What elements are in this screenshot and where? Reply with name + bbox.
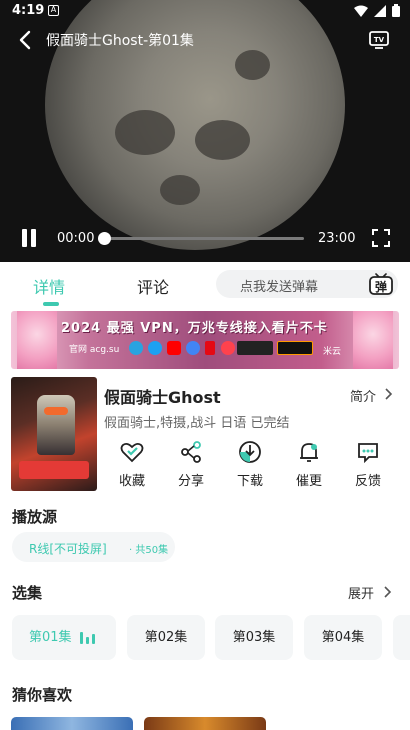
heart-check-icon — [120, 442, 144, 463]
expand-episodes-link[interactable]: 展开 — [348, 583, 374, 602]
wifi-icon — [354, 5, 368, 17]
patreon-icon — [221, 341, 235, 355]
poster-hero — [37, 395, 75, 455]
google-icon — [186, 341, 200, 355]
video-player[interactable]: 4:19 A 假面骑士Ghost-第01集 TV 00:00 23:00 — [0, 0, 410, 262]
share-icon — [181, 441, 201, 463]
netflix-icon — [205, 341, 215, 355]
download-button[interactable]: 下载 — [222, 440, 278, 495]
action-row: 收藏 分享 下载 催更 反馈 — [104, 440, 394, 495]
ad-banner[interactable]: 2024 最强 VPN，万兆专线接入看片不卡 官网 acg.su 米云 — [11, 311, 399, 369]
share-button[interactable]: 分享 — [163, 440, 219, 495]
banner-character-left — [17, 311, 57, 369]
source-chip[interactable]: R线[不可投屏] · 共50集 — [12, 532, 175, 562]
status-time: 4:19 — [12, 3, 45, 18]
source-section-title: 播放源 — [12, 508, 58, 526]
tab-comments[interactable]: 评论 — [137, 274, 169, 298]
feedback-icon — [358, 443, 378, 464]
danmaku-toggle-icon[interactable]: 弹 — [368, 271, 394, 296]
current-time: 00:00 — [57, 231, 95, 246]
pause-button[interactable] — [20, 229, 38, 247]
chevron-right-icon[interactable] — [382, 585, 392, 599]
episode-label: 第01集 — [29, 630, 72, 645]
episode-item[interactable]: 第02集 — [127, 615, 205, 660]
app-notification-icon: A — [48, 5, 59, 16]
source-name: R线[不可投屏] — [29, 542, 107, 556]
telegram-icon — [129, 341, 143, 355]
intro-link[interactable]: 简介 — [350, 386, 376, 405]
status-bar: 4:19 A — [0, 0, 410, 24]
episode-item[interactable]: 第03集 — [215, 615, 293, 660]
download-icon — [239, 441, 261, 463]
show-poster[interactable] — [11, 377, 97, 491]
recommend-section-title: 猜你喜欢 — [12, 686, 73, 704]
battery-icon — [392, 4, 400, 17]
tab-indicator — [43, 302, 59, 306]
episode-item[interactable]: 第04集 — [304, 615, 382, 660]
status-icons — [354, 4, 400, 17]
feedback-label: 反馈 — [354, 474, 381, 489]
feedback-button[interactable]: 反馈 — [340, 440, 396, 495]
remind-label: 催更 — [295, 474, 322, 489]
recommend-card[interactable] — [11, 717, 133, 730]
total-time: 23:00 — [318, 231, 356, 246]
episode-item-partial[interactable] — [393, 615, 410, 660]
svg-text:TV: TV — [374, 36, 385, 44]
banner-character-right — [353, 311, 393, 369]
chevron-right-icon[interactable] — [383, 387, 393, 401]
danmaku-placeholder: 点我发送弹幕 — [240, 280, 319, 295]
iwara-icon — [237, 341, 273, 355]
episodes-section-title: 选集 — [12, 584, 43, 602]
player-controls: 00:00 23:00 — [0, 224, 410, 254]
episode-item-current[interactable]: 第01集 — [12, 615, 116, 660]
cast-tv-icon[interactable]: TV — [368, 28, 390, 50]
bell-icon — [300, 443, 318, 462]
recommend-card[interactable] — [144, 717, 266, 730]
danmaku-input[interactable]: 点我发送弹幕 弹 — [216, 270, 398, 298]
detail-tabs: 详情 评论 点我发送弹幕 弹 — [0, 262, 410, 308]
tab-details[interactable]: 详情 — [33, 274, 65, 298]
source-episode-count: · 共50集 — [129, 545, 169, 556]
show-tags: 假面骑士,特摄,战斗 日语 已完结 — [104, 416, 290, 431]
share-label: 分享 — [177, 474, 204, 489]
video-title: 假面骑士Ghost-第01集 — [46, 33, 194, 49]
playing-indicator-icon — [80, 632, 98, 644]
twitter-icon — [148, 341, 162, 355]
favorite-button[interactable]: 收藏 — [104, 440, 160, 495]
banner-headline: 2024 最强 VPN，万兆专线接入看片不卡 — [61, 321, 328, 336]
player-top-bar: 假面骑士Ghost-第01集 TV — [0, 24, 410, 56]
danmaku-icon-text: 弹 — [375, 279, 387, 294]
download-label: 下载 — [236, 474, 263, 489]
remind-update-button[interactable]: 催更 — [281, 440, 337, 495]
poster-logo — [19, 461, 89, 479]
pause-bar-right — [31, 229, 36, 247]
banner-site: 官网 acg.su — [69, 345, 120, 355]
seek-bar[interactable] — [104, 237, 304, 240]
fullscreen-icon[interactable] — [372, 229, 390, 247]
favorite-label: 收藏 — [118, 474, 145, 489]
pause-bar-left — [22, 229, 27, 247]
banner-brand: 米云 — [323, 347, 342, 357]
show-title: 假面骑士Ghost — [104, 388, 221, 407]
back-arrow-icon[interactable] — [14, 28, 38, 52]
signal-icon — [374, 4, 386, 17]
poster-visor — [44, 407, 68, 415]
seek-thumb[interactable] — [98, 232, 111, 245]
pornhub-icon — [277, 341, 313, 355]
youtube-icon — [167, 341, 181, 355]
